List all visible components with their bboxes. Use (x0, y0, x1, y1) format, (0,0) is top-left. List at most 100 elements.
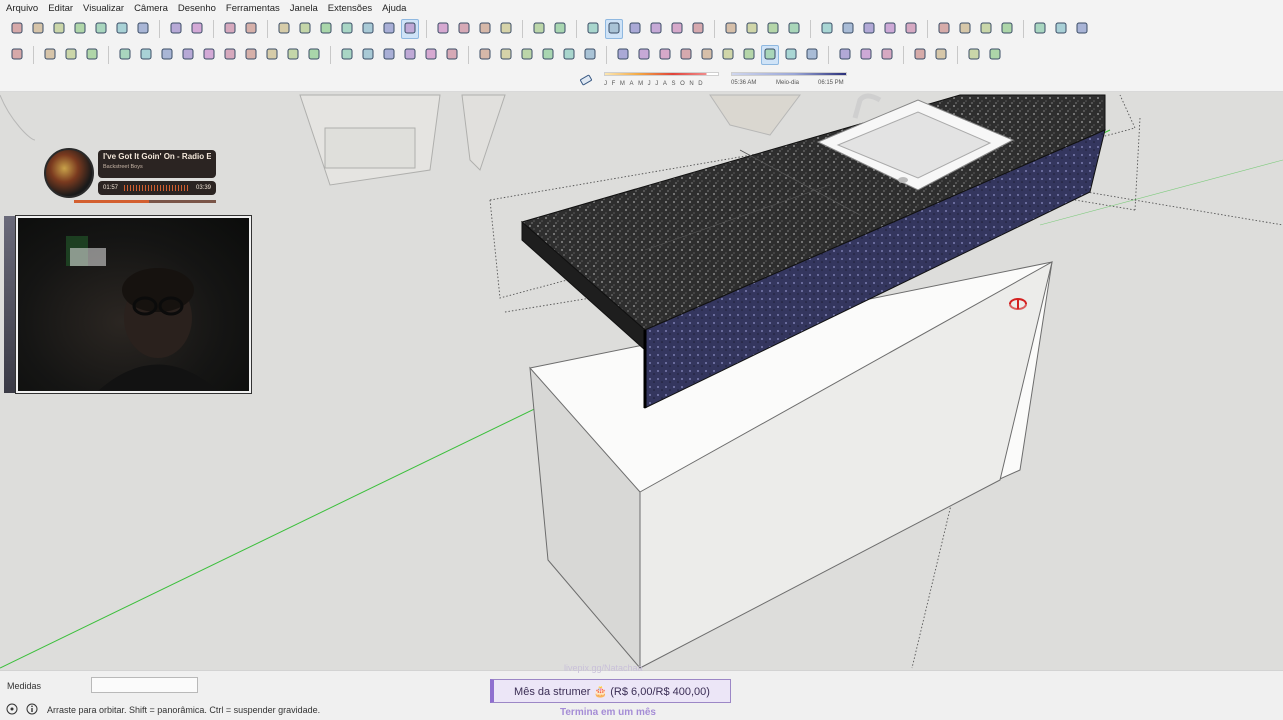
monochrome-button[interactable] (584, 19, 602, 39)
section-plane-tool-button[interactable] (803, 45, 821, 65)
axes-button[interactable] (560, 45, 578, 65)
3d-text-button[interactable] (581, 45, 599, 65)
polygon-button[interactable] (221, 45, 239, 65)
follow-me-button[interactable] (401, 45, 419, 65)
shaded-button[interactable] (530, 19, 548, 39)
top-view-button[interactable] (296, 19, 314, 39)
info-icon[interactable] (26, 703, 38, 718)
geolocation-icon[interactable] (6, 703, 18, 718)
position-camera-button[interactable] (740, 45, 758, 65)
section-cuts-button[interactable] (647, 19, 665, 39)
menu-arquivo[interactable]: Arquivo (6, 3, 38, 14)
iso-view-button[interactable] (275, 19, 293, 39)
wireframe-button[interactable] (476, 19, 494, 39)
settings-button[interactable] (998, 19, 1016, 39)
rectangle-button[interactable] (158, 45, 176, 65)
extension-manager-button[interactable] (935, 19, 953, 39)
zoom-window-button[interactable] (677, 45, 695, 65)
model-info-button[interactable] (242, 19, 260, 39)
extension-warehouse-button[interactable] (860, 19, 878, 39)
front-view-button[interactable] (317, 19, 335, 39)
line-button[interactable] (116, 45, 134, 65)
offset-button[interactable] (443, 45, 461, 65)
walk-button[interactable] (782, 45, 800, 65)
account-button[interactable] (1073, 19, 1091, 39)
measurements-input[interactable] (91, 677, 198, 693)
rotated-rectangle-button[interactable] (179, 45, 197, 65)
intersect-button[interactable] (857, 45, 875, 65)
back-edges-button[interactable] (455, 19, 473, 39)
new-file-button[interactable] (8, 19, 26, 39)
trim-button[interactable] (878, 45, 896, 65)
display-sections-button[interactable] (626, 19, 644, 39)
hidden-line-button[interactable] (497, 19, 515, 39)
2pt-arc-button[interactable] (263, 45, 281, 65)
3d-warehouse-button[interactable] (839, 19, 857, 39)
pie-button[interactable] (305, 45, 323, 65)
open-file-button[interactable] (29, 19, 47, 39)
dimension-button[interactable] (497, 45, 515, 65)
shaded-textures-button[interactable] (551, 19, 569, 39)
menu-camera[interactable]: Câmera (134, 3, 168, 14)
eraser-button[interactable] (83, 45, 101, 65)
protractor-button[interactable] (518, 45, 536, 65)
time-slider[interactable] (731, 72, 847, 76)
paste-button[interactable] (113, 19, 131, 39)
component-button[interactable] (743, 19, 761, 39)
look-around-button[interactable] (761, 45, 779, 65)
orbit-button[interactable] (614, 45, 632, 65)
menu-desenho[interactable]: Desenho (178, 3, 216, 14)
pan-button[interactable] (635, 45, 653, 65)
circle-button[interactable] (200, 45, 218, 65)
erase-button[interactable] (134, 19, 152, 39)
month-slider[interactable] (604, 72, 719, 76)
redo-button[interactable] (188, 19, 206, 39)
menu-janela[interactable]: Janela (290, 3, 318, 14)
dimension-style-button[interactable] (965, 45, 983, 65)
menu-editar[interactable]: Editar (48, 3, 73, 14)
menu-ferramentas[interactable]: Ferramentas (226, 3, 280, 14)
style-builder-button[interactable] (902, 19, 920, 39)
right-view-button[interactable] (338, 19, 356, 39)
zoom-extents-button[interactable] (698, 45, 716, 65)
move-button[interactable] (338, 45, 356, 65)
print-button[interactable] (221, 19, 239, 39)
menu-visualizar[interactable]: Visualizar (83, 3, 124, 14)
menu-ajuda[interactable]: Ajuda (382, 3, 406, 14)
copy-button[interactable] (92, 19, 110, 39)
make-component-button[interactable] (41, 45, 59, 65)
curviloft-button[interactable] (932, 45, 950, 65)
group-button[interactable] (722, 19, 740, 39)
save-button[interactable] (50, 19, 68, 39)
section-plane-button[interactable] (605, 19, 623, 39)
section-fill-button[interactable] (668, 19, 686, 39)
photo-textures-button[interactable] (785, 19, 803, 39)
shop-button[interactable] (1052, 19, 1070, 39)
mirror-button[interactable] (911, 45, 929, 65)
push-pull-button[interactable] (359, 45, 377, 65)
more-button[interactable] (986, 45, 1004, 65)
select-button[interactable] (8, 45, 26, 65)
zoom-button[interactable] (656, 45, 674, 65)
menu-extensoes[interactable]: Extensões (328, 3, 372, 14)
model-viewport[interactable]: I've Got It Goin' On - Radio Edi Backstr… (0, 92, 1283, 670)
3pt-arc-button[interactable] (284, 45, 302, 65)
tag-tool-button[interactable] (689, 19, 707, 39)
previous-view-button[interactable] (719, 45, 737, 65)
paint-bucket-button[interactable] (62, 45, 80, 65)
share-model-button[interactable] (956, 19, 974, 39)
sandbox-button[interactable] (818, 19, 836, 39)
add-location-button[interactable] (764, 19, 782, 39)
solid-tools-button[interactable] (836, 45, 854, 65)
text-button[interactable] (539, 45, 557, 65)
left-view-button[interactable] (380, 19, 398, 39)
tape-measure-button[interactable] (476, 45, 494, 65)
freehand-button[interactable] (137, 45, 155, 65)
shadow-eraser-icon[interactable] (580, 74, 592, 86)
trimble-connect-button[interactable] (977, 19, 995, 39)
rotate-button[interactable] (380, 45, 398, 65)
undo-button[interactable] (167, 19, 185, 39)
help-button[interactable] (1031, 19, 1049, 39)
layout-button[interactable] (881, 19, 899, 39)
bottom-view-button[interactable] (401, 19, 419, 39)
